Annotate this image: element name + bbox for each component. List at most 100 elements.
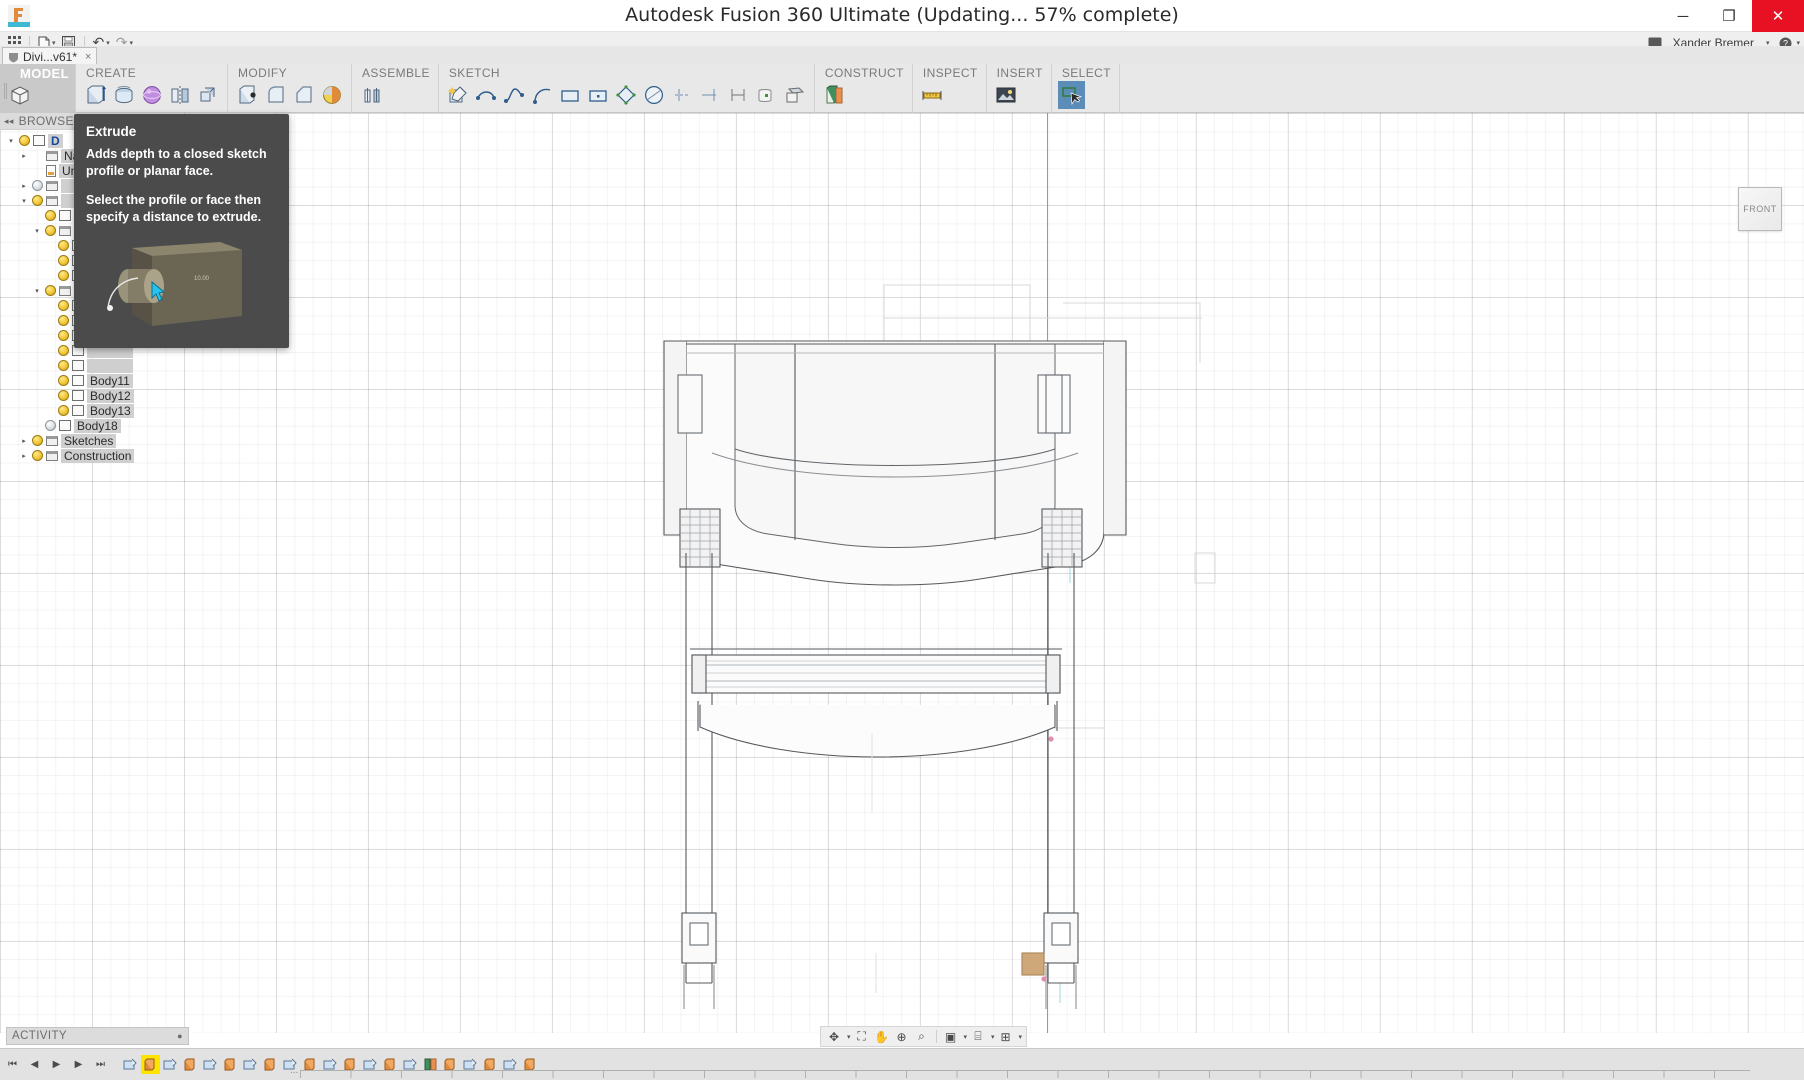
- timeline-play-back-button[interactable]: ▶: [50, 1058, 63, 1071]
- timeline-step-back-button[interactable]: ◀: [28, 1058, 41, 1071]
- stop-sketch-icon[interactable]: [781, 81, 808, 109]
- rectangle-icon[interactable]: [557, 81, 584, 109]
- display-settings-icon[interactable]: ▣: [942, 1028, 960, 1045]
- visibility-bulb-icon[interactable]: [58, 240, 69, 251]
- grid-snaps-icon[interactable]: ⌸: [969, 1028, 987, 1045]
- revolve-icon[interactable]: [110, 81, 137, 109]
- project-icon[interactable]: [753, 81, 780, 109]
- sketch-dimension-icon[interactable]: [669, 81, 696, 109]
- activity-menu-icon[interactable]: ●: [177, 1031, 183, 1041]
- center-rectangle-icon[interactable]: [585, 81, 612, 109]
- model-workspace-icon[interactable]: [6, 81, 33, 109]
- visibility-bulb-icon[interactable]: [45, 225, 56, 236]
- sweep-icon[interactable]: [138, 81, 165, 109]
- document-tab-close-icon[interactable]: ×: [85, 51, 91, 63]
- timeline-feature-extrude[interactable]: [141, 1055, 160, 1074]
- visibility-bulb-icon[interactable]: [58, 330, 69, 341]
- appearance-icon[interactable]: [318, 81, 345, 109]
- construct-plane-icon[interactable]: [821, 81, 848, 109]
- timeline-feature-sketch[interactable]: [121, 1055, 140, 1074]
- zoom-icon[interactable]: ⊕: [893, 1028, 911, 1045]
- minimize-button[interactable]: ─: [1660, 0, 1706, 32]
- tree-expand-arrow-icon[interactable]: [32, 287, 42, 295]
- visibility-bulb-icon[interactable]: [19, 135, 30, 146]
- timeline-feature-sketch[interactable]: [161, 1055, 180, 1074]
- tree-expand-arrow-icon[interactable]: [19, 437, 29, 445]
- tree-expand-arrow-icon[interactable]: [19, 197, 29, 205]
- offset-icon[interactable]: [725, 81, 752, 109]
- chevron-down-icon[interactable]: ▾: [847, 1033, 851, 1041]
- timeline-feature-extrude[interactable]: [181, 1055, 200, 1074]
- visibility-bulb-icon[interactable]: [45, 285, 56, 296]
- chevron-down-icon[interactable]: ▾: [964, 1033, 968, 1041]
- joint-icon[interactable]: [358, 81, 385, 109]
- tree-expand-arrow-icon[interactable]: [32, 227, 42, 235]
- select-icon[interactable]: [1057, 81, 1085, 109]
- browser-tree-item[interactable]: [0, 358, 196, 373]
- visibility-bulb-icon[interactable]: [58, 375, 69, 386]
- timeline-begin-button[interactable]: ⏮: [6, 1058, 19, 1071]
- collapse-panel-icon[interactable]: ◂◂: [4, 116, 14, 127]
- tree-expand-arrow-icon[interactable]: [19, 182, 29, 190]
- visibility-bulb-icon[interactable]: [45, 210, 56, 221]
- timeline-ruler[interactable]: [300, 1070, 1750, 1078]
- ellipse-icon[interactable]: [641, 81, 668, 109]
- browser-tree-item-body12[interactable]: Body12: [0, 388, 196, 403]
- trim-icon[interactable]: [697, 81, 724, 109]
- timeline-end-button[interactable]: ⏭: [94, 1058, 107, 1071]
- visibility-bulb-icon[interactable]: [32, 195, 43, 206]
- polygon-icon[interactable]: [613, 81, 640, 109]
- ribbon-grip-handle[interactable]: [4, 83, 7, 99]
- visibility-bulb-icon[interactable]: [58, 405, 69, 416]
- create-sketch-icon[interactable]: [445, 81, 472, 109]
- visibility-bulb-icon[interactable]: [32, 435, 43, 446]
- press-pull-icon[interactable]: [234, 81, 261, 109]
- restore-button[interactable]: ❐: [1706, 0, 1752, 32]
- visibility-bulb-icon[interactable]: [58, 345, 69, 356]
- tree-expand-arrow-icon[interactable]: [19, 152, 29, 160]
- pattern-icon[interactable]: [194, 81, 221, 109]
- arc-icon[interactable]: [529, 81, 556, 109]
- fit-icon[interactable]: ⛶: [853, 1028, 871, 1045]
- view-cube-front-face[interactable]: FRONT: [1738, 187, 1782, 231]
- zoom-window-icon[interactable]: ⌕: [913, 1028, 931, 1045]
- browser-tree-item-construction[interactable]: Construction: [0, 448, 196, 463]
- timeline-feature-extrude[interactable]: [221, 1055, 240, 1074]
- tree-expand-arrow-icon[interactable]: [19, 452, 29, 460]
- measure-icon[interactable]: [919, 81, 946, 109]
- visibility-bulb-icon[interactable]: [58, 390, 69, 401]
- line-icon[interactable]: [473, 81, 500, 109]
- visibility-bulb-icon[interactable]: [45, 420, 56, 431]
- close-button[interactable]: ✕: [1752, 0, 1804, 32]
- pan-icon[interactable]: ✋: [873, 1028, 891, 1045]
- visibility-bulb-icon[interactable]: [58, 360, 69, 371]
- viewports-icon[interactable]: ⊞: [997, 1028, 1015, 1045]
- tree-expand-arrow-icon[interactable]: [6, 137, 16, 145]
- visibility-bulb-icon[interactable]: [58, 315, 69, 326]
- fillet-icon[interactable]: [262, 81, 289, 109]
- insert-mcmaster-icon[interactable]: [993, 81, 1020, 109]
- mirror-icon[interactable]: [166, 81, 193, 109]
- chamfer-icon[interactable]: [290, 81, 317, 109]
- view-cube[interactable]: FRONT: [1738, 187, 1782, 231]
- orbit-icon[interactable]: ✥: [825, 1028, 843, 1045]
- activity-panel[interactable]: ACTIVITY ●: [6, 1027, 189, 1045]
- extrude-icon[interactable]: [82, 81, 109, 109]
- timeline-step-forward-button[interactable]: ▶: [72, 1058, 85, 1071]
- timeline-feature-sketch[interactable]: [201, 1055, 220, 1074]
- visibility-bulb-icon[interactable]: [58, 300, 69, 311]
- chevron-down-icon[interactable]: ▾: [1019, 1033, 1023, 1041]
- visibility-bulb-icon[interactable]: [58, 270, 69, 281]
- visibility-bulb-icon[interactable]: [32, 180, 43, 191]
- browser-tree-item-body18[interactable]: Body18: [0, 418, 196, 433]
- visibility-bulb-icon[interactable]: [32, 450, 43, 461]
- timeline-feature-extrude[interactable]: [261, 1055, 280, 1074]
- browser-tree-item-body13[interactable]: Body13: [0, 403, 196, 418]
- visibility-bulb-icon[interactable]: [58, 255, 69, 266]
- spline-icon[interactable]: [501, 81, 528, 109]
- browser-tree-item-sketches[interactable]: Sketches: [0, 433, 196, 448]
- browser-tree-item-body11[interactable]: Body11: [0, 373, 196, 388]
- timeline-feature-sketch[interactable]: [241, 1055, 260, 1074]
- ribbon-group-label-model[interactable]: MODEL: [6, 64, 71, 81]
- chevron-down-icon[interactable]: ▾: [991, 1033, 995, 1041]
